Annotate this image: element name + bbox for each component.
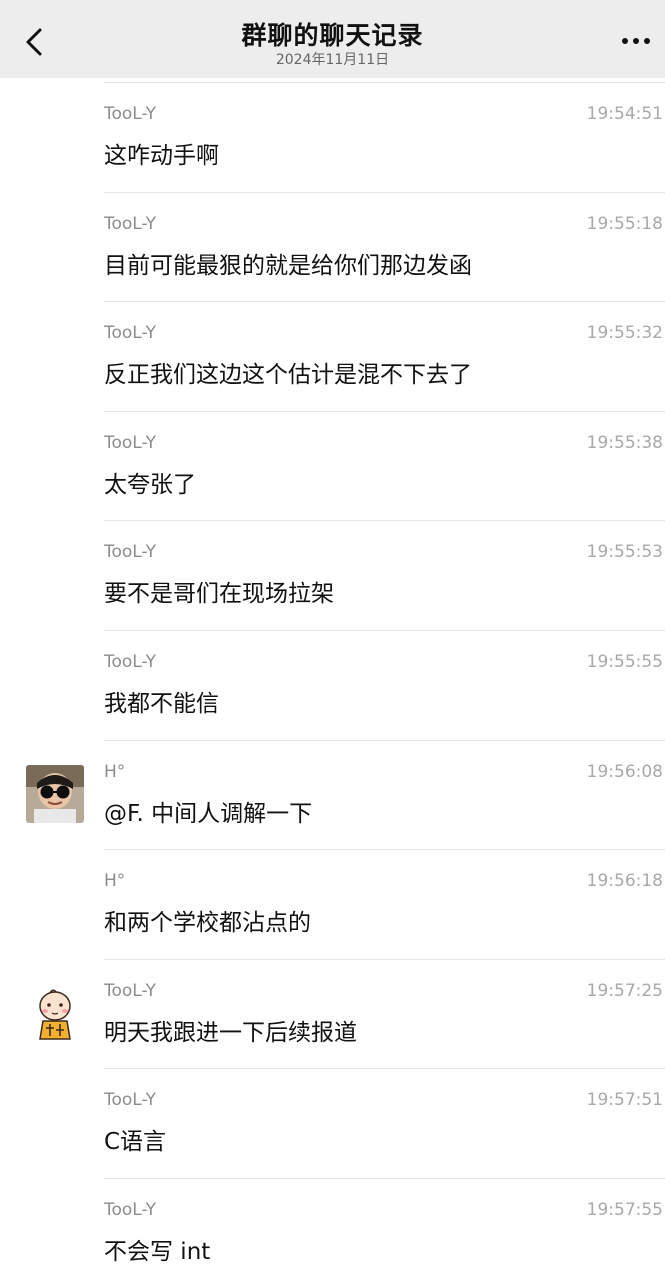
chat-record-item: TooL-Y 19:54:51 这咋动手啊 — [104, 82, 665, 192]
chat-record-item: TooL-Y 19:57:55 不会写 int — [104, 1177, 665, 1288]
more-dots-icon — [622, 38, 650, 44]
message-text: 明天我跟进一下后续报道 — [104, 1019, 357, 1046]
sender-name: TooL-Y — [104, 213, 156, 234]
message-time: 19:56:18 — [586, 871, 663, 892]
avatar[interactable] — [26, 764, 84, 823]
message-time: 19:57:51 — [586, 1090, 663, 1111]
more-button[interactable] — [617, 25, 657, 55]
cartoon-baby-icon — [26, 983, 84, 1042]
message-text: 我都不能信 — [104, 690, 219, 717]
sender-name: TooL-Y — [104, 432, 156, 453]
message-time: 19:57:25 — [586, 980, 663, 1001]
message-time: 19:56:08 — [586, 761, 663, 782]
message-time: 19:55:38 — [586, 432, 663, 453]
message-text: 太夸张了 — [104, 471, 196, 498]
message-text: 反正我们这边这个估计是混不下去了 — [104, 362, 472, 389]
message-time: 19:54:51 — [586, 104, 663, 124]
chat-record-item: TooL-Y 19:55:32 反正我们这边这个估计是混不下去了 — [104, 301, 665, 411]
chat-record-list[interactable]: TooL-Y 19:54:51 这咋动手啊 TooL-Y 19:55:18 目前… — [0, 82, 665, 1288]
chat-record-item: TooL-Y 19:57:25 明天我跟进一下后续报道 — [26, 958, 665, 1069]
chat-record-item: H° 19:56:18 和两个学校都沾点的 — [104, 849, 665, 959]
sender-name: TooL-Y — [104, 542, 156, 563]
chat-record-item: TooL-Y 19:55:53 要不是哥们在现场拉架 — [104, 520, 665, 630]
avatar[interactable] — [26, 983, 84, 1042]
message-text: 不会写 int — [104, 1238, 211, 1265]
chat-record-item: TooL-Y 19:55:55 我都不能信 — [104, 629, 665, 740]
sender-name: TooL-Y — [104, 323, 156, 344]
chat-date: 2024年11月11日 — [275, 52, 390, 68]
chat-record-item: H° 19:56:08 @F. 中间人调解一下 — [26, 739, 665, 850]
chat-record-item: TooL-Y 19:55:38 太夸张了 — [104, 410, 665, 521]
sender-name: TooL-Y — [104, 651, 156, 672]
message-text: 这咋动手啊 — [104, 143, 219, 169]
sender-name: TooL-Y — [104, 980, 156, 1001]
message-text: 目前可能最狠的就是给你们那边发函 — [104, 252, 472, 279]
sender-name: H° — [104, 871, 126, 892]
sender-name: H° — [104, 761, 126, 782]
message-text: 要不是哥们在现场拉架 — [104, 581, 334, 608]
sender-name: TooL-Y — [104, 1090, 156, 1111]
page-title: 群聊的聊天记录 — [241, 21, 424, 50]
message-text: 和两个学校都沾点的 — [104, 910, 311, 937]
nav-bar: 群聊的聊天记录 2024年11月11日 — [0, 0, 665, 78]
chat-record-item: TooL-Y 19:55:18 目前可能最狠的就是给你们那边发函 — [104, 191, 665, 302]
message-time: 19:55:55 — [586, 651, 663, 672]
message-time: 19:55:53 — [586, 542, 663, 563]
sender-name: TooL-Y — [104, 1199, 156, 1220]
message-text: C语言 — [104, 1129, 167, 1156]
message-time: 19:57:55 — [586, 1199, 663, 1220]
chat-record-item: TooL-Y 19:57:51 C语言 — [104, 1068, 665, 1178]
photo-avatar-icon — [26, 764, 84, 823]
message-time: 19:55:32 — [586, 323, 663, 344]
message-time: 19:55:18 — [586, 213, 663, 234]
sender-name: TooL-Y — [104, 104, 156, 124]
message-text: @F. 中间人调解一下 — [104, 800, 313, 827]
